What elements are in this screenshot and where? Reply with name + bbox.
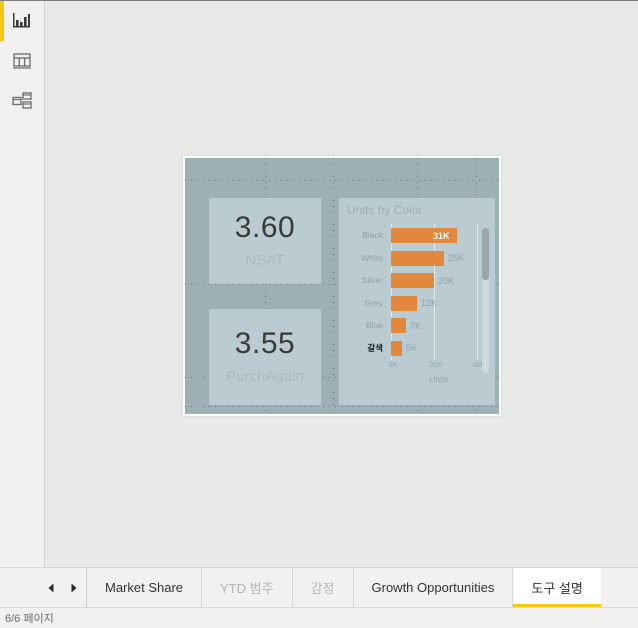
page-tab-bar: Market Share YTD 범주 감정 Growth Opportunit… bbox=[0, 567, 638, 607]
previous-page-button[interactable] bbox=[40, 568, 62, 607]
page-tab-sentiment[interactable]: 감정 bbox=[292, 568, 354, 607]
chart-scrollbar[interactable] bbox=[482, 228, 489, 373]
chart-scrollbar-thumb[interactable] bbox=[482, 228, 489, 280]
x-tick-label: 20K bbox=[429, 360, 443, 369]
chart-title: Units by Color bbox=[347, 203, 423, 217]
chevron-right-icon bbox=[71, 583, 76, 592]
bar-data-label: 20K bbox=[438, 275, 455, 286]
sidebar-item-data-view[interactable] bbox=[0, 41, 44, 81]
bar-data-label: 25K bbox=[448, 253, 465, 264]
x-axis-title: Units bbox=[429, 374, 449, 384]
bar-row[interactable]: 12K bbox=[391, 295, 487, 312]
category-label-selected: 갈색 bbox=[367, 342, 383, 353]
active-view-indicator bbox=[0, 1, 4, 41]
status-bar: 6/6 페이지 bbox=[0, 607, 638, 628]
kpi-value: 3.60 bbox=[234, 211, 296, 244]
kpi-card-nsat[interactable]: 3.60 NSAT bbox=[209, 198, 321, 284]
bar[interactable] bbox=[391, 340, 402, 356]
chart-plot-area: Black White Silver Grey Blue 갈색 31K 25K … bbox=[347, 224, 487, 384]
page-tab-growth-opportunities[interactable]: Growth Opportunities bbox=[353, 568, 514, 607]
page-tab-tooltip[interactable]: 도구 설명 bbox=[513, 568, 602, 607]
guide-horizontal bbox=[185, 180, 499, 181]
category-axis-labels: Black White Silver Grey Blue 갈색 bbox=[347, 224, 387, 360]
bar-row[interactable]: 5K bbox=[391, 340, 487, 357]
page-tab-ytd-category[interactable]: YTD 범주 bbox=[202, 568, 293, 607]
relationships-icon bbox=[12, 92, 32, 109]
page-tab-market-share[interactable]: Market Share bbox=[87, 568, 203, 607]
page-count-status: 6/6 페이지 bbox=[5, 613, 54, 625]
sidebar-item-report-view[interactable] bbox=[0, 1, 44, 41]
report-workspace: 3.60 NSAT 3.55 PurchAgain Units by Color… bbox=[46, 1, 638, 567]
view-switcher-rail bbox=[0, 1, 45, 567]
bar[interactable] bbox=[391, 295, 417, 311]
kpi-label: PurchAgain bbox=[226, 368, 304, 385]
bar[interactable] bbox=[391, 250, 444, 266]
guide-vertical bbox=[333, 158, 334, 414]
category-label: Silver bbox=[361, 275, 383, 286]
chevron-left-icon bbox=[48, 583, 53, 592]
report-canvas[interactable]: 3.60 NSAT 3.55 PurchAgain Units by Color… bbox=[185, 158, 499, 414]
chart-bars: 31K 25K 20K 12K 7K 5K bbox=[391, 224, 487, 360]
bar-row[interactable]: 7K bbox=[391, 317, 487, 334]
bar-row[interactable]: 25K bbox=[391, 250, 487, 267]
next-page-button[interactable] bbox=[62, 568, 84, 607]
bar-chart-icon bbox=[13, 13, 30, 28]
bar-row[interactable]: 20K bbox=[391, 272, 487, 289]
x-axis-ticks: 0K 20K 40K bbox=[387, 360, 487, 372]
bar[interactable] bbox=[391, 318, 406, 334]
kpi-card-purchagain[interactable]: 3.55 PurchAgain bbox=[209, 309, 321, 405]
bar-data-label: 12K bbox=[421, 298, 438, 309]
table-icon bbox=[13, 53, 31, 69]
kpi-label: NSAT bbox=[245, 252, 285, 269]
category-label: White bbox=[361, 252, 383, 263]
bar-data-label: 31K bbox=[433, 230, 450, 241]
guide-horizontal bbox=[185, 406, 499, 407]
report-canvas-frame: 3.60 NSAT 3.55 PurchAgain Units by Color… bbox=[183, 156, 501, 416]
category-label: Blue bbox=[365, 320, 383, 331]
page-nav-group bbox=[0, 568, 87, 607]
bar-data-label: 5K bbox=[406, 343, 418, 354]
bar-data-label: 7K bbox=[410, 320, 422, 331]
bar[interactable] bbox=[391, 273, 434, 289]
sidebar-item-model-view[interactable] bbox=[0, 81, 44, 121]
x-tick-label: 0K bbox=[388, 360, 398, 369]
bar-row[interactable]: 31K bbox=[391, 227, 487, 244]
category-label: Grey bbox=[364, 297, 383, 308]
category-label: Black bbox=[362, 230, 383, 240]
units-by-color-chart[interactable]: Units by Color Black White Silver Grey B… bbox=[339, 198, 495, 405]
kpi-value: 3.55 bbox=[234, 327, 296, 360]
